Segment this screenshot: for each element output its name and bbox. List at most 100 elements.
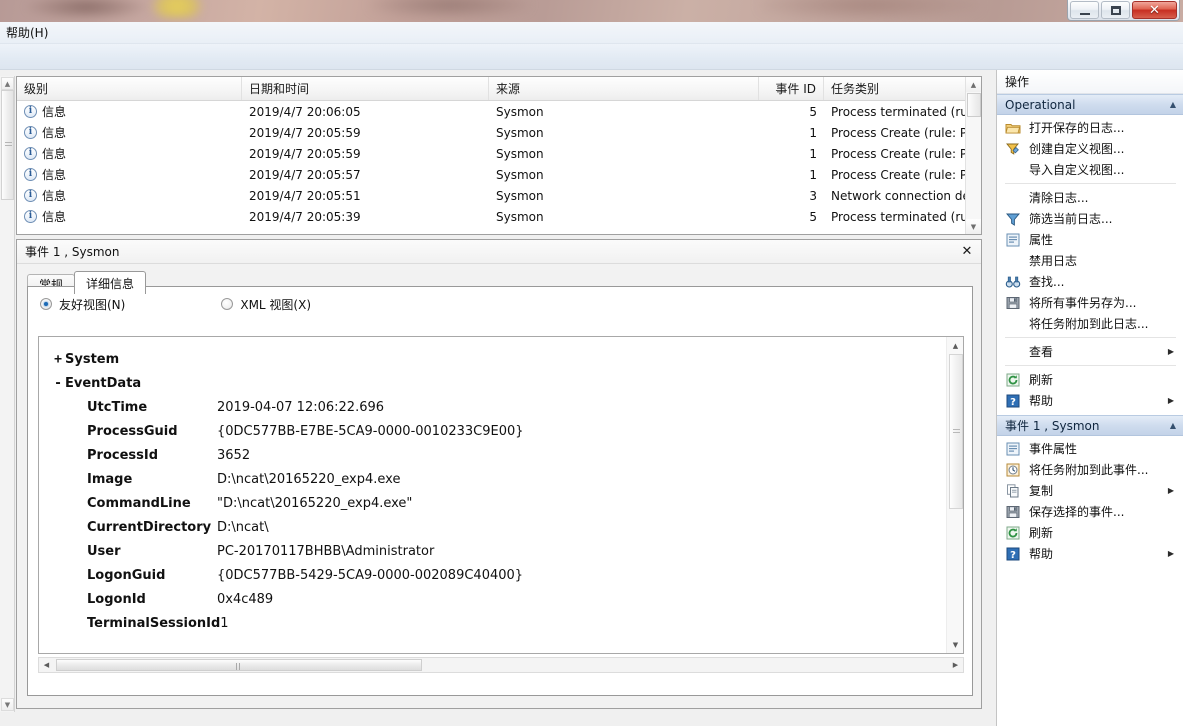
- cell-event-id: 1: [809, 125, 817, 140]
- cell-source: Sysmon: [496, 146, 544, 161]
- action-attach-task-to-log[interactable]: 将任务附加到此日志...: [997, 313, 1183, 334]
- information-icon: i: [24, 126, 37, 139]
- action-view[interactable]: 查看 ▶: [997, 341, 1183, 362]
- action-help[interactable]: ? 帮助 ▶: [997, 390, 1183, 411]
- action-disable-log[interactable]: 禁用日志: [997, 250, 1183, 271]
- event-list-header: 级别 日期和时间 来源 事件 ID 任务类别: [17, 77, 981, 101]
- action-label: 保存选择的事件...: [1029, 505, 1125, 519]
- action-properties[interactable]: 属性: [997, 229, 1183, 250]
- event-list-scrollbar[interactable]: ▲ ▼: [965, 77, 981, 234]
- tree-node-eventdata[interactable]: - EventData: [51, 371, 946, 395]
- actions-group-header-event[interactable]: 事件 1 , Sysmon ▲: [997, 415, 1183, 436]
- chevron-up-icon[interactable]: ▲: [1170, 421, 1176, 430]
- field-key: ProcessId: [87, 447, 159, 463]
- scrollbar-thumb[interactable]: [949, 354, 963, 509]
- action-attach-task-to-event[interactable]: 将任务附加到此事件...: [997, 459, 1183, 480]
- field-key: UtcTime: [87, 399, 148, 415]
- information-icon: i: [24, 189, 37, 202]
- field-key: ProcessGuid: [87, 423, 178, 439]
- viewer-vertical-scrollbar[interactable]: ▲ ▼: [946, 337, 963, 653]
- action-clear-log[interactable]: 清除日志...: [997, 187, 1183, 208]
- table-row[interactable]: i 信息 2019/4/7 20:05:59 Sysmon 1 Process …: [17, 143, 981, 164]
- table-row[interactable]: i 信息 2019/4/7 20:05:39 Sysmon 5 Process …: [17, 206, 981, 227]
- desktop-background: [0, 0, 1183, 22]
- information-icon: i: [24, 147, 37, 160]
- action-label: 导入自定义视图...: [1029, 163, 1125, 177]
- radio-friendly-view-label: 友好视图(N): [59, 297, 126, 312]
- event-list: 级别 日期和时间 来源 事件 ID 任务类别 i 信息 2019/4/7 20:…: [16, 76, 982, 235]
- scroll-up-icon[interactable]: ▲: [948, 338, 963, 353]
- scroll-down-icon[interactable]: ▼: [1, 698, 14, 711]
- scrollbar-thumb[interactable]: [56, 659, 422, 671]
- none-icon: [1005, 316, 1021, 332]
- scroll-down-icon[interactable]: ▼: [948, 637, 963, 652]
- action-copy[interactable]: 复制 ▶: [997, 480, 1183, 501]
- event-data-viewer[interactable]: + System - EventData UtcTime 2019-04-07 …: [38, 336, 964, 654]
- none-icon: [1005, 344, 1021, 360]
- table-row[interactable]: i 信息 2019/4/7 20:05:59 Sysmon 1 Process …: [17, 122, 981, 143]
- table-row[interactable]: i 信息 2019/4/7 20:05:51 Sysmon 3 Network …: [17, 185, 981, 206]
- action-label: 将所有事件另存为...: [1029, 296, 1137, 310]
- attach-task-icon: [1005, 462, 1021, 478]
- scrollbar-thumb[interactable]: [1, 90, 14, 200]
- field-row: TerminalSessionId 1: [51, 611, 946, 635]
- field-value: PC-20170117BHBB\Administrator: [217, 543, 435, 559]
- console-tree-scrollbar[interactable]: ▲ ▼: [0, 76, 15, 712]
- cell-level: i 信息: [17, 166, 242, 183]
- tree-node-system[interactable]: + System: [51, 347, 946, 371]
- action-open-saved-log[interactable]: 打开保存的日志...: [997, 117, 1183, 138]
- radio-friendly-view[interactable]: 友好视图(N): [40, 296, 125, 313]
- tree-node-label: EventData: [65, 375, 142, 391]
- action-help-event[interactable]: ? 帮助 ▶: [997, 543, 1183, 564]
- cell-level-text: 信息: [42, 105, 67, 119]
- table-row[interactable]: i 信息 2019/4/7 20:06:05 Sysmon 5 Process …: [17, 101, 981, 122]
- maximize-button[interactable]: [1101, 1, 1130, 19]
- scroll-right-icon[interactable]: ▶: [948, 658, 963, 672]
- cell-level-text: 信息: [42, 189, 67, 203]
- scroll-up-icon[interactable]: ▲: [966, 77, 981, 92]
- action-save-all-events-as[interactable]: 将所有事件另存为...: [997, 292, 1183, 313]
- information-icon: i: [24, 210, 37, 223]
- field-row: CommandLine "D:\ncat\20165220_exp4.exe": [51, 491, 946, 515]
- action-find[interactable]: 查找...: [997, 271, 1183, 292]
- minimize-button[interactable]: [1070, 1, 1099, 19]
- column-header-level[interactable]: 级别: [17, 77, 242, 100]
- table-row[interactable]: i 信息 2019/4/7 20:05:57 Sysmon 1 Process …: [17, 164, 981, 185]
- action-refresh-event[interactable]: 刷新: [997, 522, 1183, 543]
- cell-event-id: 1: [809, 146, 817, 161]
- submenu-arrow-icon: ▶: [1167, 486, 1174, 495]
- copy-icon: [1005, 483, 1021, 499]
- radio-xml-view[interactable]: XML 视图(X): [221, 296, 311, 313]
- action-create-custom-view[interactable]: 创建自定义视图...: [997, 138, 1183, 159]
- tab-details[interactable]: 详细信息: [74, 271, 147, 294]
- cell-datetime: 2019/4/7 20:05:51: [249, 188, 361, 203]
- scrollbar-thumb[interactable]: [967, 93, 981, 117]
- menu-item-help[interactable]: 帮助(H): [0, 24, 54, 41]
- actions-group-header-operational[interactable]: Operational ▲: [997, 94, 1183, 115]
- field-value: 2019-04-07 12:06:22.696: [217, 399, 385, 415]
- scroll-left-icon[interactable]: ◀: [39, 658, 54, 672]
- viewer-horizontal-scrollbar[interactable]: ◀ ▶: [38, 657, 964, 673]
- action-save-selected-events[interactable]: 保存选择的事件...: [997, 501, 1183, 522]
- help-icon: ?: [1005, 546, 1021, 562]
- menu-bar: 帮助(H): [0, 22, 1183, 44]
- collapse-minus-icon[interactable]: -: [51, 376, 65, 391]
- column-header-event-id[interactable]: 事件 ID: [759, 77, 824, 100]
- action-event-properties[interactable]: 事件属性: [997, 438, 1183, 459]
- event-data-tree: + System - EventData UtcTime 2019-04-07 …: [39, 337, 946, 653]
- chevron-up-icon[interactable]: ▲: [1170, 100, 1176, 109]
- field-value: 1: [220, 615, 229, 631]
- close-button[interactable]: ✕: [1132, 1, 1177, 19]
- column-header-datetime[interactable]: 日期和时间: [242, 77, 489, 100]
- scroll-down-icon[interactable]: ▼: [966, 219, 981, 234]
- scroll-up-icon[interactable]: ▲: [1, 77, 14, 90]
- action-label: 将任务附加到此日志...: [1029, 317, 1149, 331]
- detail-close-icon[interactable]: ✕: [957, 243, 977, 261]
- action-refresh[interactable]: 刷新: [997, 369, 1183, 390]
- expand-plus-icon[interactable]: +: [51, 352, 65, 367]
- action-filter-current-log[interactable]: 筛选当前日志...: [997, 208, 1183, 229]
- action-import-custom-view[interactable]: 导入自定义视图...: [997, 159, 1183, 180]
- column-header-source[interactable]: 来源: [489, 77, 759, 100]
- radio-dot-icon: [40, 298, 52, 310]
- column-header-task-category[interactable]: 任务类别: [824, 77, 969, 100]
